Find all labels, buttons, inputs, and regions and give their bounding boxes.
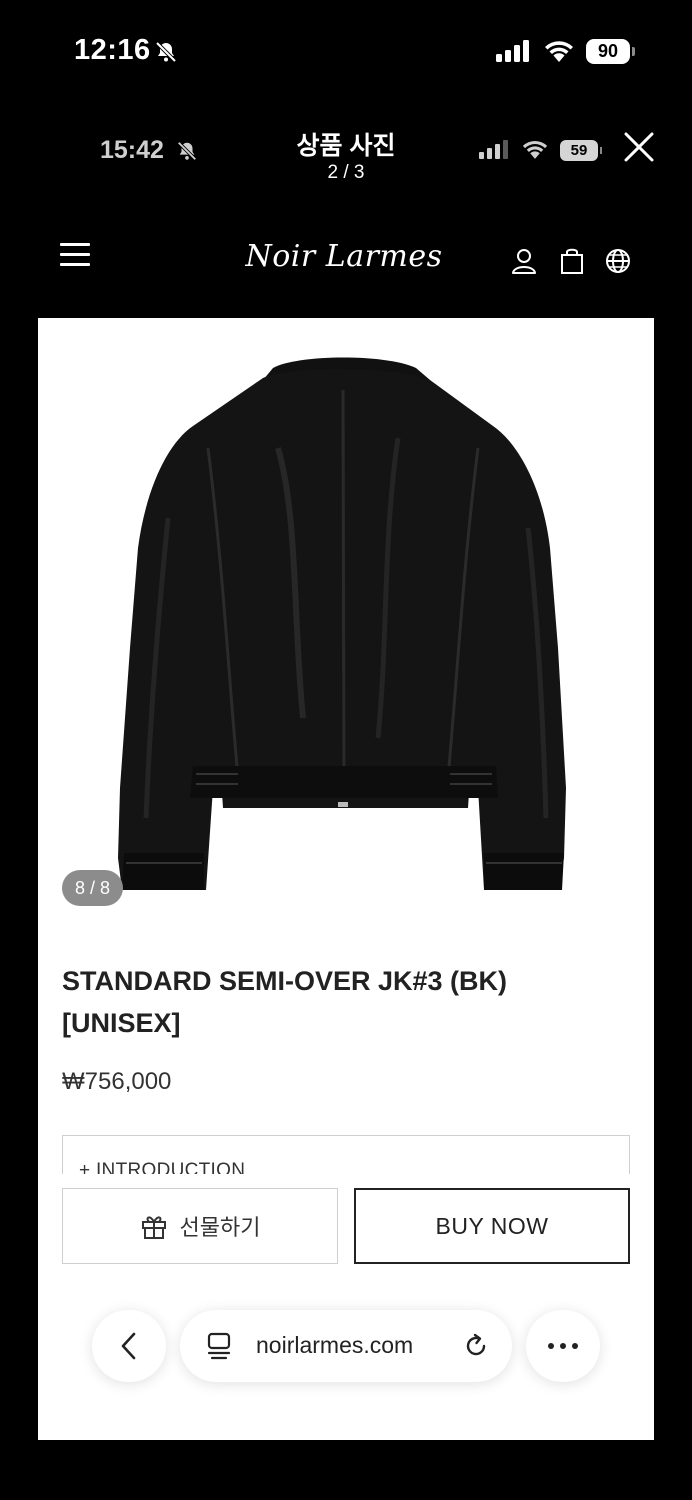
- status-time: 12:16: [74, 34, 151, 66]
- gift-button[interactable]: 선물하기: [62, 1188, 338, 1264]
- chevron-left-icon: [121, 1332, 136, 1360]
- wifi-icon: [545, 41, 573, 62]
- more-button[interactable]: [526, 1310, 600, 1382]
- wifi-icon: [522, 140, 548, 159]
- jacket-image: [118, 357, 566, 890]
- status-bar: 12:16 90: [0, 0, 692, 100]
- image-counter-badge: 8 / 8: [62, 870, 123, 906]
- battery-indicator: 90: [586, 39, 635, 64]
- product-name: STANDARD SEMI-OVER JK#3 (BK) [UNISEX]: [62, 966, 508, 1038]
- battery-indicator: 59: [560, 140, 602, 161]
- buy-now-button[interactable]: BUY NOW: [354, 1188, 630, 1264]
- gift-icon: [141, 1216, 166, 1239]
- reload-icon[interactable]: [462, 1332, 490, 1360]
- shopping-bag-icon[interactable]: [558, 247, 586, 275]
- site-logo[interactable]: Noir Larmes: [244, 239, 444, 274]
- menu-icon[interactable]: [60, 243, 90, 269]
- more-icon: [548, 1343, 578, 1349]
- photo-viewer-header: 15:42 상품 사진 2 / 3 59: [0, 100, 692, 210]
- site-info-icon: [207, 1332, 231, 1360]
- globe-icon[interactable]: [604, 247, 632, 275]
- product-price: ₩756,000: [62, 1068, 172, 1095]
- signal-icon: [496, 40, 529, 62]
- purchase-action-bar: 선물하기 BUY NOW: [38, 1174, 654, 1284]
- product-page: 8 / 8 STANDARD SEMI-OVER JK#3 (BK) [UNIS…: [38, 318, 654, 1440]
- site-header: Noir Larmes: [0, 225, 692, 300]
- user-icon[interactable]: [510, 247, 538, 275]
- gift-button-label: 선물하기: [179, 1215, 261, 1240]
- browser-toolbar: noirlarmes.com: [38, 1296, 654, 1396]
- viewer-counter: 2 / 3: [327, 162, 365, 183]
- bell-slash-icon: [155, 41, 177, 63]
- url-text: noirlarmes.com: [256, 1332, 414, 1358]
- back-button[interactable]: [92, 1310, 166, 1382]
- buy-now-label: BUY NOW: [435, 1212, 549, 1239]
- product-image[interactable]: [38, 318, 654, 938]
- close-icon[interactable]: [622, 130, 656, 164]
- signal-icon: [479, 140, 508, 159]
- address-bar[interactable]: noirlarmes.com: [180, 1310, 512, 1382]
